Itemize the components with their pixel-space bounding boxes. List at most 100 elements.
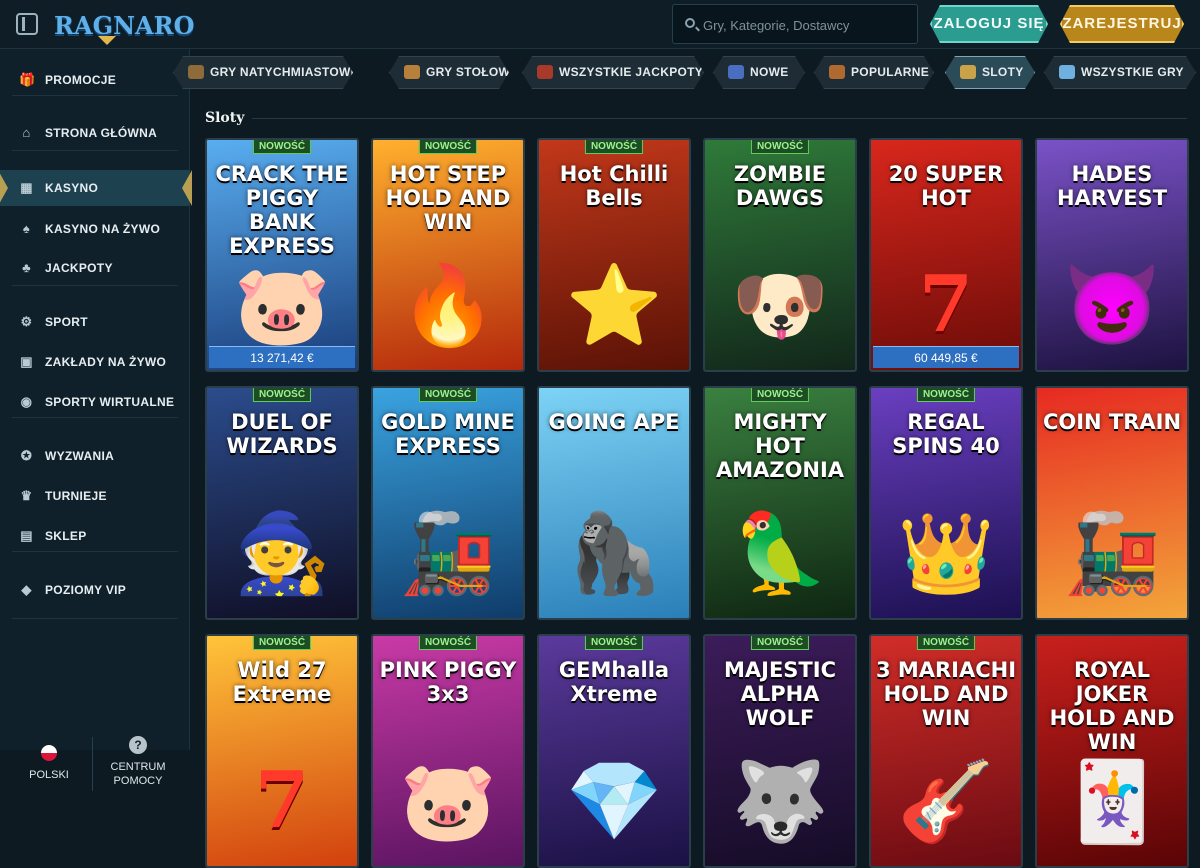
game-artwork-icon: 7 xyxy=(918,259,974,350)
category-tab-label: SLOTY xyxy=(982,65,1024,79)
game-artwork-icon: 🔥 xyxy=(399,261,497,349)
sidebar-item-10[interactable]: ▤ SKLEP xyxy=(0,518,190,554)
sidebar-item-label: KASYNO xyxy=(45,181,99,195)
game-tile[interactable]: NOWOŚĆ Wild 27 Extreme 7 xyxy=(205,634,359,868)
game-tile[interactable]: NOWOŚĆ GOLD MINE EXPRESS 🚂 xyxy=(371,386,525,620)
game-tile[interactable]: 20 SUPER HOT 7 60 449,85 € xyxy=(869,138,1023,372)
game-tile[interactable]: NOWOŚĆ Hot Chilli Bells ⭐ xyxy=(537,138,691,372)
game-title: MIGHTY HOT AMAZONIA xyxy=(715,410,845,482)
section-divider xyxy=(252,118,1187,119)
sidebar-item-label: WYZWANIA xyxy=(45,449,115,463)
sidebar-item-11[interactable]: ◆ POZIOMY VIP xyxy=(0,572,190,608)
category-tab-label: GRY NATYCHMIASTOWE xyxy=(210,65,359,79)
live-icon: ▣ xyxy=(20,354,33,369)
category-tab-4[interactable]: POPULARNE xyxy=(814,56,934,89)
game-artwork-icon: 🎸 xyxy=(897,757,995,845)
sidebar-item-3[interactable]: ♠ KASYNO NA ŻYWO xyxy=(0,211,190,247)
help-center-link[interactable]: ? CENTRUM POMOCY xyxy=(98,735,178,795)
game-title: Hot Chilli Bells xyxy=(559,162,669,210)
game-tile[interactable]: GOING APE 🦍 xyxy=(537,386,691,620)
sidebar-item-4[interactable]: ♣ JACKPOTY xyxy=(0,250,190,286)
game-artwork-icon: 🃏 xyxy=(1063,757,1161,845)
game-tile[interactable]: NOWOŚĆ MIGHTY HOT AMAZONIA 🦜 xyxy=(703,386,857,620)
game-tile[interactable]: ROYAL JOKER HOLD AND WIN 🃏 xyxy=(1035,634,1189,868)
rocket-icon xyxy=(188,65,204,79)
game-tile[interactable]: HADES HARVEST 😈 xyxy=(1035,138,1189,372)
sidebar-divider xyxy=(12,551,178,552)
cards-icon: ♠ xyxy=(22,221,31,236)
category-tab-0[interactable]: GRY NATYCHMIASTOWE xyxy=(173,56,353,89)
game-artwork-icon: ⭐ xyxy=(565,261,663,349)
game-tile[interactable]: NOWOŚĆ MAJESTIC ALPHA WOLF 🐺 xyxy=(703,634,857,868)
category-tab-label: NOWE xyxy=(750,65,789,79)
sidebar-item-label: JACKPOTY xyxy=(45,261,113,275)
login-button[interactable]: ZALOGUJ SIĘ xyxy=(930,5,1048,43)
all-games-icon xyxy=(1059,65,1075,79)
sidebar-item-label: KASYNO NA ŻYWO xyxy=(45,222,161,236)
sidebar-item-label: SPORTY WIRTUALNE xyxy=(45,395,175,409)
new-badge: NOWOŚĆ xyxy=(252,636,312,650)
sidebar-item-7[interactable]: ◉ SPORTY WIRTUALNE xyxy=(0,384,190,420)
category-tab-2[interactable]: WSZYSTKIE JACKPOTY xyxy=(522,56,704,89)
home-icon: ⌂ xyxy=(22,125,31,140)
game-tile[interactable]: NOWOŚĆ HOT STEP HOLD AND WIN 🔥 xyxy=(371,138,525,372)
search-input[interactable] xyxy=(703,14,908,36)
sidebar-item-9[interactable]: ♛ TURNIEJE xyxy=(0,478,190,514)
diamond-icon: ◆ xyxy=(21,582,32,597)
sidebar-item-1[interactable]: ⌂ STRONA GŁÓWNA xyxy=(0,115,190,151)
sidebar-item-5[interactable]: ⚙ SPORT xyxy=(0,304,190,340)
logo-crown-icon xyxy=(98,36,116,46)
jackpot-icon xyxy=(537,65,553,79)
poland-flag-icon xyxy=(41,745,57,761)
sidebar: POLSKI ? CENTRUM POMOCY 🎁 PROMOCJE ⌂ STRONA… xyxy=(0,49,192,791)
game-artwork-icon: 🐷 xyxy=(399,757,497,845)
game-tile[interactable]: NOWOŚĆ REGAL SPINS 40 👑 xyxy=(869,386,1023,620)
game-tile[interactable]: NOWOŚĆ 3 MARIACHI HOLD AND WIN 🎸 xyxy=(869,634,1023,868)
section-title: Sloty xyxy=(205,110,245,126)
category-tab-3[interactable]: NOWE xyxy=(713,56,805,89)
sidebar-item-label: SPORT xyxy=(45,315,88,329)
game-artwork-icon: 🦍 xyxy=(565,509,663,597)
category-tab-1[interactable]: GRY STOŁOWE xyxy=(389,56,509,89)
category-tab-label: WSZYSTKIE JACKPOTY xyxy=(559,65,704,79)
gear-icon: ⚙ xyxy=(20,314,33,329)
slots-icon xyxy=(960,65,976,79)
search-box[interactable] xyxy=(672,4,918,44)
controller-icon: ◉ xyxy=(20,394,33,409)
game-tile[interactable]: NOWOŚĆ GEMhalla Xtreme 💎 xyxy=(537,634,691,868)
popular-icon xyxy=(829,65,845,79)
game-title: GOLD MINE EXPRESS xyxy=(381,410,515,458)
game-title: GEMhalla Xtreme xyxy=(558,658,670,706)
language-label: POLSKI xyxy=(29,769,69,781)
game-tile[interactable]: NOWOŚĆ ZOMBIE DAWGS 🐶 xyxy=(703,138,857,372)
game-grid: NOWOŚĆ CRACK THE PIGGY BANK EXPRESS 🐷 13 27… xyxy=(205,138,1192,868)
category-tab-label: WSZYSTKIE GRY xyxy=(1081,65,1184,79)
game-title: REGAL SPINS 40 xyxy=(892,410,1000,458)
sidebar-footer-divider xyxy=(92,737,93,791)
game-tile[interactable]: NOWOŚĆ CRACK THE PIGGY BANK EXPRESS 🐷 13 27… xyxy=(205,138,359,372)
language-selector[interactable]: POLSKI xyxy=(10,739,88,794)
sidebar-item-label: PROMOCJE xyxy=(45,73,117,87)
category-tab-5[interactable]: SLOTY xyxy=(945,56,1035,89)
slot-machine-icon: ▦ xyxy=(20,180,33,195)
game-tile[interactable]: NOWOŚĆ DUEL OF WIZARDS 🧙 xyxy=(205,386,359,620)
new-icon xyxy=(728,65,744,79)
sidebar-toggle-icon[interactable] xyxy=(16,13,38,35)
game-artwork-icon: 🚂 xyxy=(1063,509,1161,597)
sidebar-item-8[interactable]: ✪ WYZWANIA xyxy=(0,438,190,474)
sidebar-item-6[interactable]: ▣ ZAKŁADY NA ŻYWO xyxy=(0,344,190,380)
game-title: HOT STEP HOLD AND WIN xyxy=(385,162,511,234)
new-badge: NOWOŚĆ xyxy=(418,140,478,154)
category-tab-6[interactable]: WSZYSTKIE GRY xyxy=(1044,56,1196,89)
new-badge: NOWOŚĆ xyxy=(750,388,810,402)
logo[interactable]: RAGNARO xyxy=(54,6,194,46)
sidebar-item-label: TURNIEJE xyxy=(45,489,107,503)
game-title: ROYAL JOKER HOLD AND WIN xyxy=(1049,658,1175,754)
register-button[interactable]: ZAREJESTRUJ xyxy=(1060,5,1184,43)
sidebar-item-2[interactable]: ▦ KASYNO xyxy=(0,170,192,206)
sidebar-item-0[interactable]: 🎁 PROMOCJE xyxy=(0,62,190,98)
game-tile[interactable]: COIN TRAIN 🚂 xyxy=(1035,386,1189,620)
basket-icon: ▤ xyxy=(20,528,33,543)
game-tile[interactable]: NOWOŚĆ PINK PIGGY 3x3 🐷 xyxy=(371,634,525,868)
new-badge: NOWOŚĆ xyxy=(916,636,976,650)
